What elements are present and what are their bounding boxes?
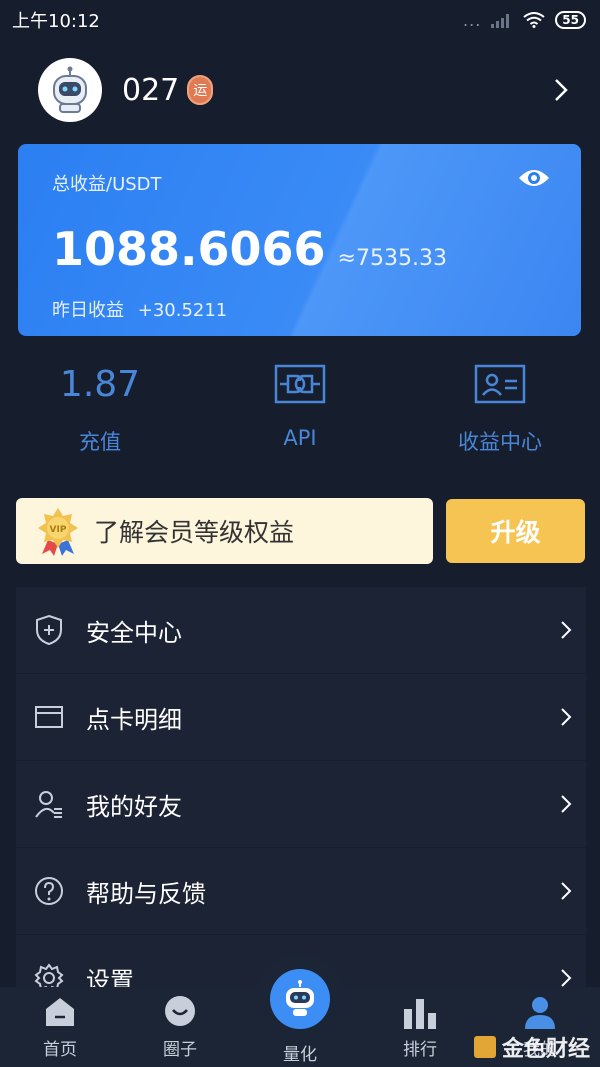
tab-label: 首页 bbox=[43, 1040, 77, 1060]
plug-icon bbox=[274, 364, 326, 404]
friends-icon bbox=[35, 791, 62, 818]
watermark-logo-icon bbox=[473, 1036, 496, 1058]
robot-avatar-icon bbox=[53, 66, 87, 113]
menu-label: 我的好友 bbox=[86, 792, 182, 821]
level-badge: 运 bbox=[187, 75, 214, 105]
eye-icon[interactable] bbox=[517, 166, 551, 190]
total-earnings-label: 总收益/USDT bbox=[52, 174, 162, 195]
menu-item-help-feedback[interactable]: 帮助与反馈 bbox=[16, 848, 586, 934]
menu-label: 点卡明细 bbox=[86, 705, 182, 734]
svg-text:VIP: VIP bbox=[50, 525, 67, 535]
profile-row[interactable]: 027 运 bbox=[38, 58, 578, 122]
notification-dots-icon: ... bbox=[463, 10, 482, 30]
signal-icon bbox=[491, 14, 510, 28]
tab-ranking[interactable]: 排行 bbox=[360, 987, 480, 1067]
vip-benefits-text: 了解会员等级权益 bbox=[94, 518, 295, 547]
id-card-icon bbox=[474, 364, 526, 404]
card-icon bbox=[35, 706, 63, 728]
chevron-right-icon bbox=[561, 621, 572, 639]
upgrade-button[interactable]: 升级 bbox=[446, 499, 585, 563]
menu-item-card-details[interactable]: 点卡明细 bbox=[16, 674, 586, 760]
status-icons: ... 55 bbox=[463, 11, 586, 30]
shield-icon bbox=[36, 614, 62, 646]
tab-home[interactable]: 首页 bbox=[0, 987, 120, 1067]
username: 027 bbox=[122, 72, 180, 108]
help-icon bbox=[35, 877, 63, 905]
menu-item-security-center[interactable]: 安全中心 bbox=[16, 587, 586, 673]
total-amount: 1088.6066 bbox=[52, 222, 326, 276]
tab-quant[interactable] bbox=[270, 969, 330, 1029]
vip-banner[interactable]: VIP 了解会员等级权益 bbox=[16, 498, 433, 564]
tab-circle[interactable]: 圈子 bbox=[120, 987, 240, 1067]
watermark: 金色财经 bbox=[473, 1031, 590, 1063]
earnings-center-button[interactable]: 收益中心 bbox=[400, 354, 600, 464]
yesterday-value: +30.5211 bbox=[137, 300, 228, 321]
user-icon bbox=[525, 997, 555, 1029]
menu-item-my-friends[interactable]: 我的好友 bbox=[16, 761, 586, 847]
api-button[interactable]: API bbox=[200, 354, 400, 464]
status-bar: 上午10:12 ... 55 bbox=[0, 0, 600, 40]
yesterday-earnings: 昨日收益 +30.5211 bbox=[52, 296, 547, 322]
tab-label: 圈子 bbox=[163, 1040, 197, 1060]
avatar[interactable] bbox=[38, 58, 102, 122]
tab-label: 排行 bbox=[403, 1040, 437, 1060]
chevron-right-icon bbox=[561, 969, 572, 987]
chevron-right-icon bbox=[561, 708, 572, 726]
approx-value: ≈7535.33 bbox=[337, 246, 447, 271]
earnings-center-label: 收益中心 bbox=[458, 430, 542, 454]
status-time: 上午10:12 bbox=[12, 11, 100, 32]
menu-label: 帮助与反馈 bbox=[86, 879, 206, 908]
api-label: API bbox=[283, 426, 317, 450]
yesterday-label: 昨日收益 bbox=[52, 300, 124, 321]
recharge-balance: 1.87 bbox=[59, 363, 141, 405]
vip-medal-icon: VIP bbox=[38, 508, 78, 556]
recharge-button[interactable]: 1.87 充值 bbox=[0, 354, 200, 464]
chevron-right-icon bbox=[561, 795, 572, 813]
tab-quant-label: 量化 bbox=[283, 1045, 317, 1065]
wifi-icon bbox=[523, 12, 545, 28]
watermark-text: 金色财经 bbox=[501, 1037, 590, 1062]
home-icon bbox=[46, 998, 74, 1026]
bar-chart-icon bbox=[404, 999, 436, 1029]
chevron-right-icon[interactable] bbox=[554, 78, 568, 102]
amount-row: 1088.6066 ≈7535.33 bbox=[52, 222, 547, 276]
quick-actions: 1.87 充值 API 收益中心 bbox=[0, 354, 600, 464]
earnings-card: 总收益/USDT 1088.6066 ≈7535.33 昨日收益 +30.521… bbox=[18, 144, 581, 336]
menu-label: 安全中心 bbox=[86, 618, 182, 647]
robot-icon bbox=[286, 980, 314, 1016]
chat-bubble-icon bbox=[165, 996, 195, 1026]
battery-indicator: 55 bbox=[555, 11, 586, 29]
chevron-right-icon bbox=[561, 882, 572, 900]
recharge-label: 充值 bbox=[79, 430, 121, 454]
